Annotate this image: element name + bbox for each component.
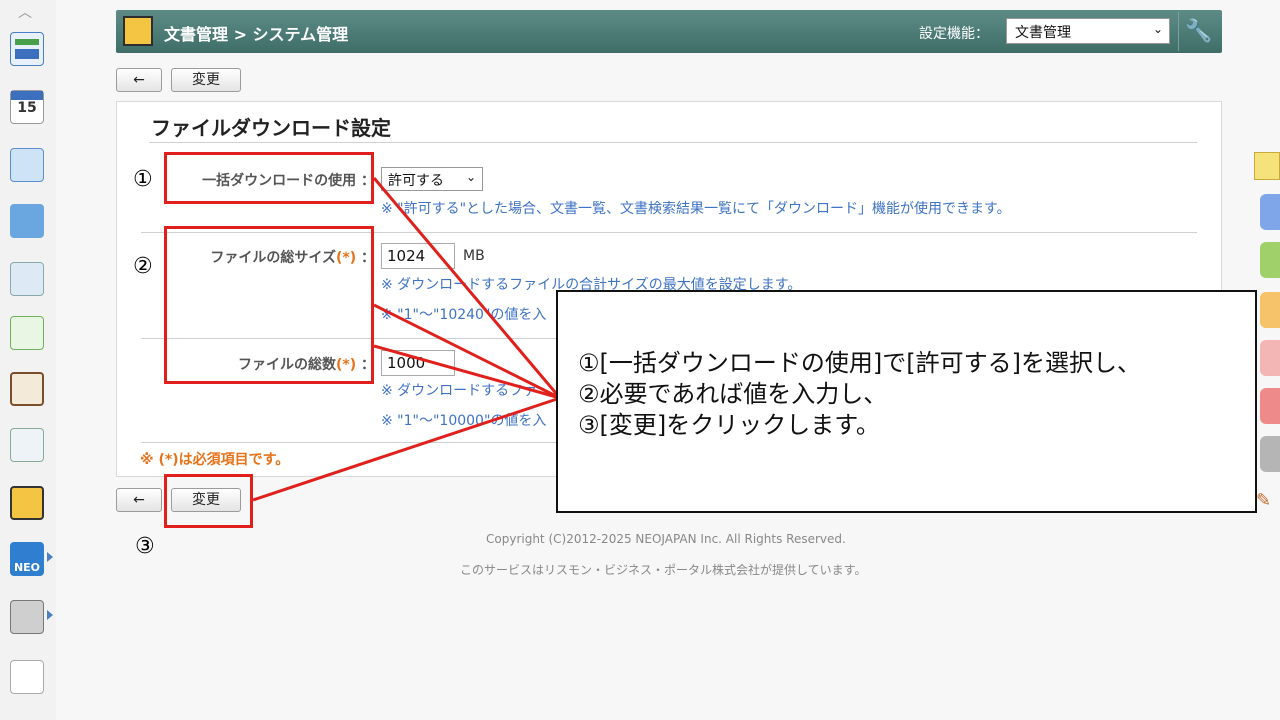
neo-icon[interactable]: NEO <box>10 542 44 576</box>
instruction-line-1: ①[一括ダウンロードの使用]で[許可する]を選択し、 <box>578 349 1141 377</box>
neo-expand-arrow-icon[interactable] <box>47 552 53 562</box>
calendar-icon[interactable]: 15 <box>10 90 44 124</box>
page-title: ファイルダウンロード設定 <box>151 116 391 140</box>
header-bar: 文書管理 > システム管理 設定機能： 文書管理 ⌄ 🔧 <box>116 10 1222 53</box>
back-button-top[interactable]: ← <box>116 68 162 92</box>
settings-function-label: 設定機能： <box>919 26 989 42</box>
folder-expand-arrow-icon[interactable] <box>47 610 53 620</box>
total-size-unit: MB <box>463 248 485 264</box>
bulk-download-note: ※ "許可する"とした場合、文書一覧、文書検索結果一覧にて「ダウンロード」機能が… <box>381 201 1011 217</box>
collapse-up-icon[interactable]: ︿ <box>18 2 32 22</box>
title-divider <box>149 142 1197 143</box>
instruction-line-3: ③[変更]をクリックします。 <box>578 411 880 439</box>
report-icon[interactable] <box>10 262 44 296</box>
settings-function-value: 文書管理 <box>1015 25 1071 41</box>
settings-function-select[interactable]: 文書管理 ⌄ <box>1006 18 1170 44</box>
file-count-input[interactable]: 1000 <box>381 350 455 376</box>
folder-icon[interactable] <box>10 600 44 634</box>
provider-text: このサービスはリスモン・ビジネス・ポータル株式会社が提供しています。 <box>460 563 867 577</box>
instruction-line-2: ②必要であれば値を入力し、 <box>578 380 888 408</box>
dashboard-icon[interactable] <box>10 32 44 66</box>
required-fields-note: ※ (*)は必須項目です。 <box>140 452 290 468</box>
tab-pink[interactable] <box>1260 340 1280 376</box>
tab-red[interactable] <box>1260 388 1280 424</box>
step-marker-3: ③ <box>135 534 155 559</box>
database-icon[interactable] <box>10 204 44 238</box>
bulk-download-select[interactable]: 許可する ⌄ <box>381 167 483 191</box>
total-size-input[interactable]: 1024 <box>381 243 455 269</box>
back-arrow-icon: ← <box>133 72 145 88</box>
back-button-bottom[interactable]: ← <box>116 488 162 512</box>
chevron-down-icon: ⌄ <box>465 170 476 184</box>
total-size-note-2: ※ "1"～"10240"の値を入 <box>381 307 547 323</box>
pencil-icon[interactable]: ✎ <box>1256 490 1271 511</box>
highlight-bulk-download <box>164 152 374 204</box>
chevron-down-icon: ⌄ <box>1152 22 1163 36</box>
file-count-note-2: ※ "1"～"10000"の値を入 <box>381 413 547 429</box>
step-marker-1: ① <box>133 167 153 192</box>
change-button-label: 変更 <box>192 72 220 88</box>
instruction-callout: ①[一括ダウンロードの使用]で[許可する]を選択し、 ②必要であれば値を入力し、… <box>556 290 1257 513</box>
tab-orange[interactable] <box>1260 292 1280 328</box>
instruction-text: ①[一括ダウンロードの使用]で[許可する]を選択し、 ②必要であれば値を入力し、… <box>578 348 1141 441</box>
highlight-change-button <box>164 474 253 528</box>
board-icon[interactable] <box>10 428 44 462</box>
memo-icon[interactable] <box>1254 152 1280 180</box>
document-binder-icon[interactable] <box>10 486 44 520</box>
file-count-note-1: ※ ダウンロードするファ <box>381 383 538 399</box>
back-arrow-icon: ← <box>133 492 145 508</box>
highlight-file-limits <box>164 226 374 384</box>
bulk-download-value: 許可する <box>388 173 444 189</box>
change-button-top[interactable]: 変更 <box>171 68 241 92</box>
tab-green[interactable] <box>1260 242 1280 278</box>
breadcrumb: 文書管理 > システム管理 <box>164 25 349 44</box>
sync-icon[interactable] <box>10 316 44 350</box>
neo-icon-label: NEO <box>13 561 41 574</box>
settings-list-icon[interactable] <box>10 660 44 694</box>
app-sidebar: ︿ 15 NEO <box>0 0 57 720</box>
tab-gray[interactable] <box>1260 436 1280 472</box>
wrench-icon[interactable]: 🔧 <box>1178 12 1219 51</box>
copyright-text: Copyright (C)2012-2025 NEOJAPAN Inc. All… <box>486 532 846 546</box>
mail-icon[interactable] <box>10 148 44 182</box>
step-marker-2: ② <box>133 254 153 279</box>
clipboard-icon[interactable] <box>10 372 44 406</box>
tab-blue[interactable] <box>1260 194 1280 230</box>
document-binder-logo-icon <box>123 16 153 46</box>
